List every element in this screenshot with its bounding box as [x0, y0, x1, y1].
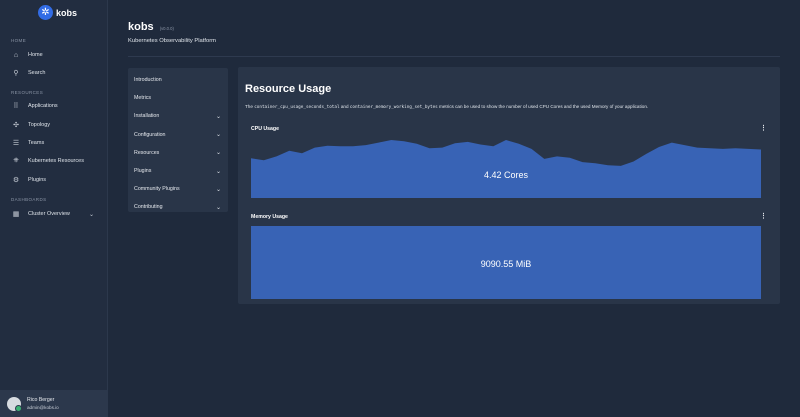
docs-navigation: Introduction Metrics Installation ⌄ Confi…	[128, 68, 228, 212]
cpu-usage-value: 4.42 Cores	[483, 170, 529, 180]
description-text: The	[245, 104, 255, 109]
sidebar-item-label: Home	[28, 52, 43, 58]
kubernetes-icon: ⎈	[13, 157, 19, 164]
docs-nav-introduction[interactable]: Introduction	[128, 71, 228, 89]
version-badge: (v0.0.0)	[159, 26, 174, 31]
memory-panel-menu-icon[interactable]: ⋮	[760, 213, 767, 220]
metric-name-cpu: container_cpu_usage_seconds_total	[254, 105, 340, 110]
docs-nav-label: Metrics	[134, 95, 152, 102]
docs-nav-label: Configuration	[134, 131, 166, 138]
sidebar-item-label: Topology	[28, 122, 51, 128]
nav-section-home: HOME	[11, 38, 27, 43]
docs-nav-label: Resources	[134, 149, 160, 156]
docs-nav-label: Contributing	[134, 204, 163, 211]
sidebar-item-teams[interactable]: ☰ Teams	[12, 136, 100, 150]
cpu-usage-chart	[251, 140, 761, 198]
chevron-down-icon: ⌄	[215, 204, 221, 211]
nav-section-resources: RESOURCES	[11, 90, 44, 95]
sidebar-item-label: Plugins	[28, 177, 47, 183]
page-title-text: kobs	[128, 21, 154, 33]
sidebar-item-label: Kubernetes Resources	[28, 158, 84, 164]
sidebar-item-topology[interactable]: ✣ Topology	[12, 118, 100, 132]
cpu-panel-title: CPU Usage	[251, 126, 279, 132]
page-title: kobs (v0.0.0)	[128, 21, 174, 33]
section-description: The container_cpu_usage_seconds_total an…	[245, 104, 648, 110]
docs-nav-label: Introduction	[134, 77, 162, 84]
docs-nav-contributing[interactable]: Contributing ⌄	[128, 198, 228, 216]
sidebar-item-kubernetes-resources[interactable]: ⎈ Kubernetes Resources	[12, 154, 100, 168]
chevron-down-icon: ⌄	[215, 186, 221, 193]
search-icon: ⚲	[13, 70, 19, 77]
sidebar-item-label: Search	[28, 70, 46, 76]
docs-nav-installation[interactable]: Installation ⌄	[128, 107, 228, 125]
page-subtitle: Kubernetes Observability Platform	[128, 38, 216, 44]
docs-nav-community-plugins[interactable]: Community Plugins ⌄	[128, 180, 228, 198]
header-divider	[128, 56, 780, 57]
dashboard-icon: ▦	[12, 211, 20, 218]
brand-name: kobs	[56, 7, 78, 18]
chevron-down-icon: ⌄	[215, 150, 221, 157]
topology-icon: ✣	[13, 122, 19, 129]
description-text: metrics can be used to show the number o…	[437, 104, 649, 109]
sidebar-item-label: Applications	[28, 103, 58, 109]
docs-nav-label: Community Plugins	[134, 186, 180, 193]
nav-section-dashboards: DASHBOARDS	[11, 197, 47, 202]
metric-name-memory: container_memory_working_set_bytes	[349, 105, 438, 110]
docs-nav-plugins[interactable]: Plugins ⌄	[128, 162, 228, 180]
chevron-down-icon: ⌄	[215, 168, 221, 175]
teams-icon: ☰	[12, 140, 20, 147]
docs-nav-resources[interactable]: Resources ⌄	[128, 144, 228, 162]
description-text: and	[339, 104, 350, 109]
sidebar-item-plugins[interactable]: ⚙ Plugins	[12, 173, 100, 187]
sidebar-item-label: Cluster Overview	[28, 211, 70, 217]
avatar	[7, 396, 22, 412]
plugin-icon: ⚙	[12, 177, 20, 184]
docs-nav-metrics[interactable]: Metrics	[128, 89, 228, 107]
docs-nav-configuration[interactable]: Configuration ⌄	[128, 126, 228, 144]
user-email: admin@kobs.io	[27, 405, 59, 410]
sidebar-item-search[interactable]: ⚲ Search	[12, 66, 100, 80]
sidebar-item-label: Teams	[28, 140, 45, 146]
sidebar: ✲ kobs HOME ⌂ Home ⚲ Search RESOURCES ⠿ …	[0, 0, 108, 417]
memory-panel-title: Memory Usage	[251, 214, 288, 220]
cpu-usage-area	[251, 140, 761, 198]
chevron-down-icon: ⌄	[88, 211, 94, 218]
section-title: Resource Usage	[245, 83, 332, 95]
cpu-panel-menu-icon[interactable]: ⋮	[760, 125, 767, 132]
sidebar-item-cluster-overview[interactable]: ▦ Cluster Overview ⌄	[12, 207, 100, 221]
chevron-down-icon: ⌄	[215, 113, 221, 120]
memory-usage-value: 9090.55 MiB	[480, 259, 532, 269]
brand-logo[interactable]: ✲ kobs	[38, 5, 77, 20]
kubernetes-logo-icon: ✲	[38, 5, 53, 20]
grid-icon: ⠿	[13, 103, 19, 110]
user-name: Rico Berger	[27, 397, 55, 403]
sidebar-item-applications[interactable]: ⠿ Applications	[12, 99, 100, 113]
sidebar-item-home[interactable]: ⌂ Home	[12, 48, 100, 62]
home-icon: ⌂	[13, 51, 19, 59]
user-profile[interactable]: Rico Berger admin@kobs.io	[0, 390, 108, 417]
resource-usage-card: Resource Usage The container_cpu_usage_s…	[238, 67, 780, 304]
docs-nav-label: Plugins	[134, 168, 152, 175]
chevron-down-icon: ⌄	[215, 132, 221, 139]
docs-nav-label: Installation	[134, 113, 160, 120]
